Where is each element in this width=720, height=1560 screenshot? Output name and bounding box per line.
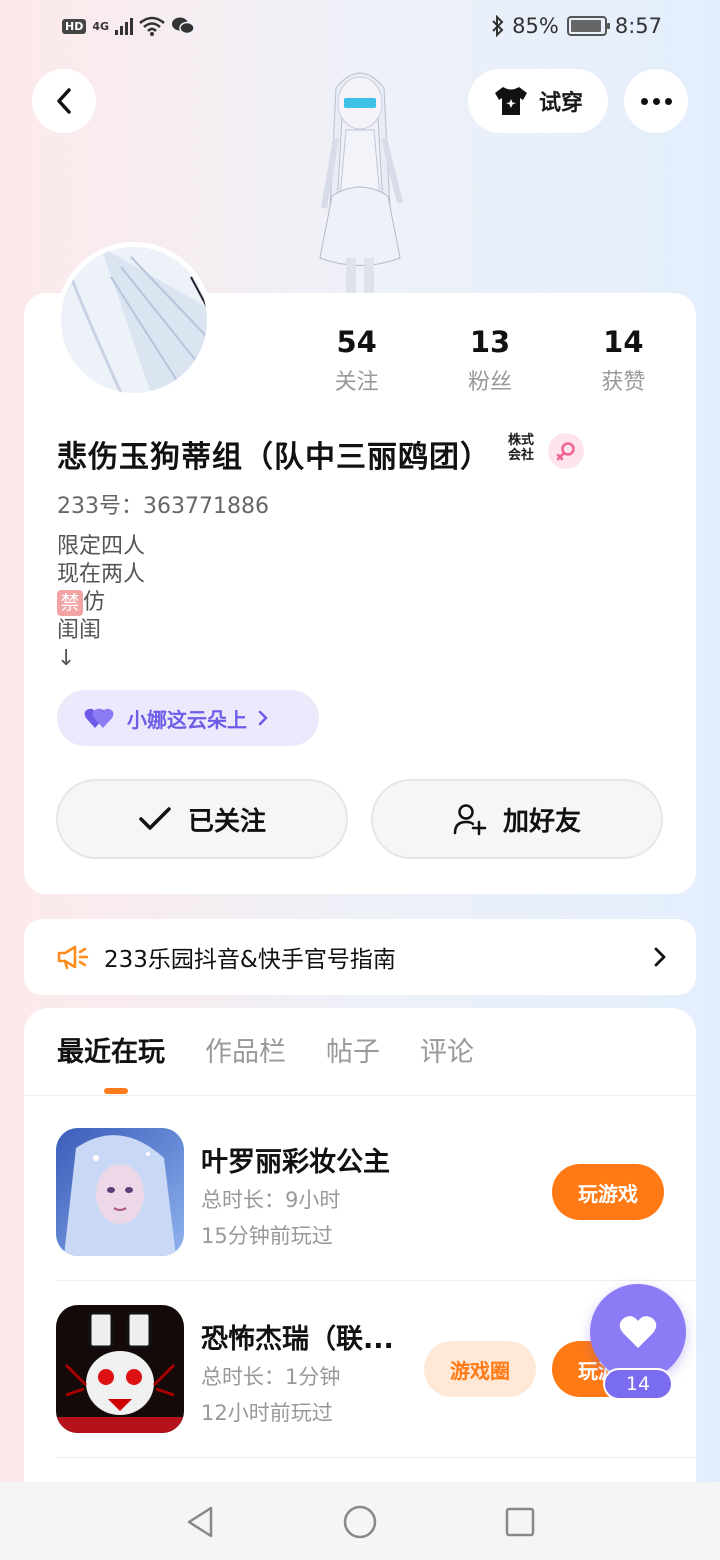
status-bar: HD 4G 85% 8:57 [0, 0, 720, 56]
notice-text: 233乐园抖音&快手官号指南 [104, 947, 396, 973]
back-icon [57, 88, 71, 114]
game-name: 叶罗丽彩妆公主 [201, 1147, 390, 1178]
heart-icon [619, 1316, 657, 1348]
nickname: 悲伤玉狗蒂组（队中三丽鸥团） [57, 440, 491, 475]
battery-icon [566, 16, 610, 36]
hd-badge: HD [62, 18, 87, 34]
bio-line-text: 仿 [83, 590, 106, 615]
bio-line: 闺闺 [57, 618, 102, 643]
followed-label: 已关注 [187, 806, 266, 837]
bio-line: 限定四人 [57, 534, 146, 559]
stat-following[interactable]: 54 关注 [290, 322, 423, 396]
stat-likes[interactable]: 14 获赞 [557, 322, 690, 396]
notice-banner[interactable]: 233乐园抖音&快手官号指南 [24, 919, 696, 995]
triangle-back-icon [187, 1506, 213, 1538]
stat-fans[interactable]: 13 粉丝 [423, 322, 556, 396]
stat-number: 54 [336, 325, 377, 359]
game-icon-image [56, 1305, 184, 1433]
bio-line-ban: 禁仿 [57, 589, 145, 617]
game-icon [56, 1128, 184, 1256]
bio-line: ↓ [57, 646, 76, 671]
add-friend-label: 加好友 [502, 806, 581, 837]
female-icon [556, 442, 575, 461]
company-badge: 株式会社 [507, 433, 534, 463]
wechat-icon [172, 17, 195, 35]
game-name: 恐怖杰瑞（联... [201, 1324, 394, 1355]
tab-indicator [104, 1088, 128, 1094]
game-icon [56, 1305, 184, 1433]
tab-posts[interactable]: 帖子 [326, 1030, 380, 1069]
clock: 8:57 [614, 14, 662, 38]
nav-recents-button[interactable] [500, 1502, 540, 1542]
try-on-label: 试穿 [538, 91, 583, 116]
avatar-image [61, 247, 207, 393]
game-last-played: 15分钟前玩过 [201, 1224, 333, 1248]
tab-bar: 最近在玩 作品栏 帖子 评论 [57, 1030, 474, 1069]
check-icon [139, 807, 171, 830]
cloud-link[interactable]: 小娜这云朵上 [57, 690, 319, 746]
network-label: 4G [92, 19, 110, 33]
shirt-icon [494, 87, 527, 115]
square-recents-icon [505, 1507, 535, 1537]
stat-label: 获赞 [601, 370, 646, 395]
divider [24, 1095, 696, 1096]
divider [56, 1457, 696, 1458]
game-last-played: 12小时前玩过 [201, 1401, 333, 1425]
game-row[interactable]: 叶罗丽彩妆公主 总时长：9小时 15分钟前玩过 玩游戏 [56, 1128, 696, 1258]
back-button[interactable] [32, 69, 96, 133]
wifi-icon [139, 16, 165, 36]
followed-button[interactable]: 已关注 [56, 779, 348, 859]
game-icon-image [56, 1128, 184, 1256]
stat-number: 14 [603, 325, 644, 359]
game-duration: 总时长：9小时 [201, 1188, 341, 1212]
nav-home-button[interactable] [340, 1502, 380, 1542]
avatar-figure [319, 72, 403, 296]
stats: 54 关注 13 粉丝 14 获赞 [290, 322, 690, 396]
megaphone-icon [57, 945, 89, 970]
add-friend-button[interactable]: 加好友 [371, 779, 663, 859]
heart-icon [84, 708, 114, 728]
game-circle-button[interactable]: 游戏圈 [424, 1341, 536, 1397]
bluetooth-icon [492, 15, 504, 37]
nav-back-button[interactable] [180, 1502, 220, 1542]
status-right: 85% 8:57 [492, 14, 662, 38]
status-left: HD 4G [62, 16, 195, 36]
chevron-right-icon [654, 947, 666, 967]
game-duration: 总时长：1分钟 [201, 1365, 341, 1389]
divider [56, 1280, 696, 1281]
gender-badge [548, 433, 584, 469]
try-on-button[interactable]: 试穿 [468, 69, 608, 133]
system-nav-bar [0, 1482, 720, 1560]
cloud-label: 小娜这云朵上 [127, 707, 247, 732]
like-count: 14 [603, 1368, 673, 1400]
add-user-icon [453, 804, 487, 836]
bio-line: 现在两人 [57, 562, 146, 587]
chevron-right-icon [258, 710, 268, 726]
play-game-button[interactable]: 玩游戏 [552, 1164, 664, 1220]
ban-badge: 禁 [57, 590, 83, 616]
bio: 限定四人 现在两人 禁仿 闺闺 ↓ [57, 533, 145, 673]
stat-label: 粉丝 [467, 370, 512, 395]
tab-recent[interactable]: 最近在玩 [57, 1030, 165, 1069]
user-id: 233号：363771886 [57, 494, 269, 519]
tab-works[interactable]: 作品栏 [205, 1030, 286, 1069]
circle-home-icon [343, 1505, 377, 1539]
tab-comments[interactable]: 评论 [420, 1030, 474, 1069]
more-icon [640, 97, 672, 105]
battery-percent: 85% [512, 14, 559, 38]
stat-number: 13 [469, 325, 511, 359]
avatar[interactable] [56, 242, 212, 398]
more-button[interactable] [624, 69, 688, 133]
signal-icon [115, 17, 134, 35]
stat-label: 关注 [334, 370, 379, 395]
like-fab-button[interactable] [590, 1284, 686, 1380]
